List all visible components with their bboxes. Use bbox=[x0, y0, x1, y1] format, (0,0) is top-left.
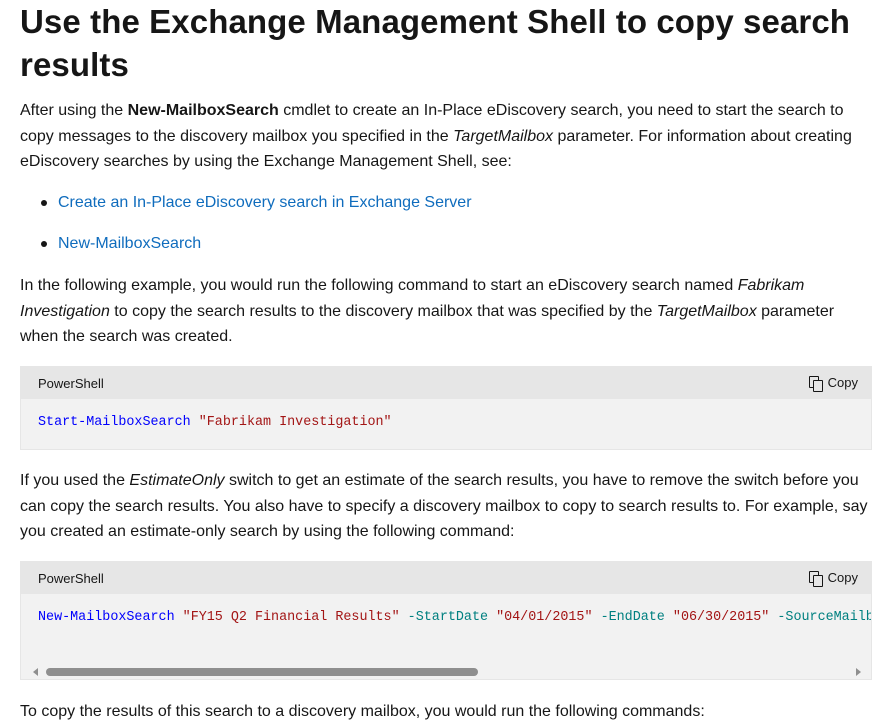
code-language: PowerShell bbox=[38, 376, 104, 391]
code-parameter: -SourceMailboxes bbox=[777, 610, 872, 625]
code-header: PowerShell Copy bbox=[21, 367, 871, 399]
article: Use the Exchange Management Shell to cop… bbox=[20, 0, 873, 720]
list-item: New-MailboxSearch bbox=[20, 233, 472, 274]
intro-paragraph: After using the New-MailboxSearch cmdlet… bbox=[20, 98, 873, 175]
switch-name: EstimateOnly bbox=[129, 472, 225, 489]
code-parameter: -StartDate bbox=[407, 610, 489, 625]
copy-icon bbox=[808, 375, 823, 392]
estimate-paragraph: If you used the EstimateOnly switch to g… bbox=[20, 468, 873, 545]
code-string: "Fabrikam Investigation" bbox=[198, 415, 392, 430]
cmdlet-name: New-MailboxSearch bbox=[127, 102, 279, 119]
bullet-icon bbox=[41, 200, 47, 206]
link-new-mailboxsearch[interactable]: New-MailboxSearch bbox=[58, 235, 201, 252]
copy-icon bbox=[808, 570, 823, 587]
related-links: Create an In-Place eDiscovery search in … bbox=[20, 192, 472, 274]
code-header: PowerShell Copy bbox=[21, 562, 871, 594]
copy-button[interactable]: Copy bbox=[808, 375, 858, 392]
scroll-left-icon[interactable] bbox=[33, 668, 38, 676]
code-language: PowerShell bbox=[38, 571, 104, 586]
code-cmdlet: Start-MailboxSearch bbox=[38, 415, 191, 430]
horizontal-scrollbar[interactable] bbox=[21, 665, 871, 679]
text: to copy the search results to the discov… bbox=[109, 302, 657, 320]
link-create-search[interactable]: Create an In-Place eDiscovery search in … bbox=[58, 194, 472, 211]
code-line: New-MailboxSearch "FY15 Q2 Financial Res… bbox=[38, 610, 872, 625]
code-block-start-search: PowerShell Copy Start-MailboxSearch "Fab… bbox=[20, 366, 872, 450]
example-paragraph: In the following example, you would run … bbox=[20, 273, 873, 350]
parameter-name: TargetMailbox bbox=[453, 127, 554, 145]
parameter-name: TargetMailbox bbox=[656, 302, 757, 320]
bullet-icon bbox=[41, 241, 47, 247]
list-item: Create an In-Place eDiscovery search in … bbox=[20, 192, 472, 233]
scrollbar-thumb[interactable] bbox=[46, 668, 478, 676]
copy-button[interactable]: Copy bbox=[808, 570, 858, 587]
code-line: Start-MailboxSearch "Fabrikam Investigat… bbox=[38, 415, 392, 430]
page-title: Use the Exchange Management Shell to cop… bbox=[20, 3, 851, 83]
code-string: "06/30/2015" bbox=[672, 610, 770, 625]
text: After using the bbox=[20, 102, 128, 119]
scroll-right-icon[interactable] bbox=[856, 668, 861, 676]
copy-results-paragraph: To copy the results of this search to a … bbox=[20, 703, 705, 720]
copy-label: Copy bbox=[827, 570, 858, 585]
text: If you used the bbox=[20, 472, 130, 489]
code-string: "FY15 Q2 Financial Results" bbox=[182, 610, 400, 625]
code-cmdlet: New-MailboxSearch bbox=[38, 610, 175, 625]
copy-label: Copy bbox=[827, 375, 858, 390]
code-block-new-search: PowerShell Copy New-MailboxSearch "FY15 … bbox=[20, 561, 872, 680]
code-string: "04/01/2015" bbox=[496, 610, 593, 625]
text: In the following example, you would run … bbox=[20, 277, 738, 294]
code-parameter: -EndDate bbox=[600, 610, 665, 625]
